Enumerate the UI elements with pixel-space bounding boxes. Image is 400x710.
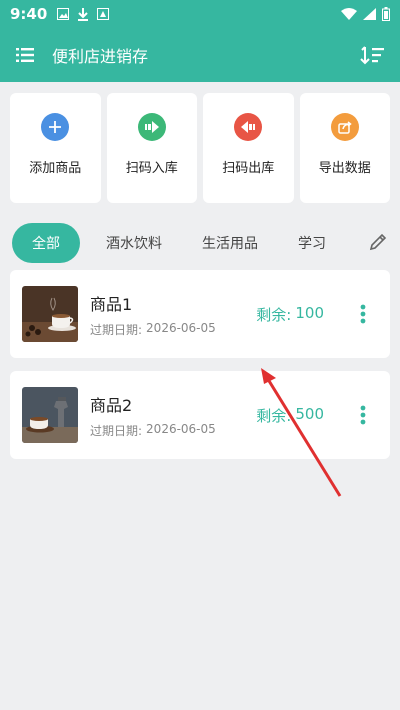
stock-label: 剩余: bbox=[256, 305, 292, 324]
stock-label: 剩余: bbox=[256, 406, 292, 425]
scan-out-button[interactable]: 扫码出库 bbox=[203, 93, 294, 203]
status-bar: 9:40 bbox=[0, 0, 400, 28]
export-icon bbox=[234, 113, 263, 141]
menu-icon[interactable] bbox=[16, 48, 34, 62]
tab-fade bbox=[332, 222, 358, 264]
product-expiry: 过期日期: 2026-06-05 bbox=[90, 422, 216, 439]
category-tabs: 全部 酒水饮料 生活用品 学习 bbox=[0, 222, 400, 264]
more-options-icon[interactable] bbox=[360, 405, 366, 425]
wifi-icon bbox=[341, 8, 357, 20]
tab-all[interactable]: 全部 bbox=[12, 223, 80, 263]
action-grid: 添加商品 扫码入库 扫码出库 导出数据 bbox=[10, 93, 390, 203]
product-name: 商品2 bbox=[90, 395, 133, 415]
product-card[interactable]: 商品1 过期日期: 2026-06-05 剩余: 100 bbox=[10, 270, 390, 358]
signal-icon bbox=[363, 8, 376, 20]
add-product-button[interactable]: 添加商品 bbox=[10, 93, 101, 203]
expiry-label: 过期日期: bbox=[90, 322, 143, 337]
product-image bbox=[22, 387, 78, 443]
battery-icon bbox=[382, 7, 390, 21]
expiry-label: 过期日期: bbox=[90, 423, 143, 438]
share-icon bbox=[330, 113, 359, 141]
export-data-label: 导出数据 bbox=[318, 161, 371, 176]
tab-daily-goods[interactable]: 生活用品 bbox=[202, 233, 258, 253]
stock-value: 100 bbox=[295, 303, 324, 322]
page-title: 便利店进销存 bbox=[52, 47, 149, 66]
status-time: 9:40 bbox=[10, 5, 48, 23]
product-name: 商品1 bbox=[90, 294, 133, 314]
edit-icon[interactable] bbox=[368, 232, 388, 252]
app-bar: 便利店进销存 bbox=[0, 28, 400, 82]
app-notification-icon bbox=[97, 8, 110, 20]
product-stock: 剩余: 100 bbox=[256, 304, 324, 325]
download-notification-icon bbox=[78, 7, 89, 21]
more-options-icon[interactable] bbox=[360, 304, 366, 324]
expiry-date: 2026-06-05 bbox=[146, 320, 216, 335]
image-notification-icon bbox=[57, 8, 70, 20]
scan-out-label: 扫码出库 bbox=[222, 161, 275, 176]
product-expiry: 过期日期: 2026-06-05 bbox=[90, 321, 216, 338]
scan-in-button[interactable]: 扫码入库 bbox=[106, 93, 197, 203]
import-icon bbox=[137, 113, 166, 141]
tab-study[interactable]: 学习 bbox=[298, 233, 326, 253]
add-product-label: 添加商品 bbox=[29, 161, 82, 176]
stock-value: 500 bbox=[295, 404, 324, 423]
scan-in-label: 扫码入库 bbox=[125, 161, 178, 176]
sort-icon[interactable] bbox=[360, 45, 384, 65]
plus-icon bbox=[41, 113, 70, 141]
product-image bbox=[22, 286, 78, 342]
product-card[interactable]: 商品2 过期日期: 2026-06-05 剩余: 500 bbox=[10, 371, 390, 459]
expiry-date: 2026-06-05 bbox=[146, 421, 216, 436]
product-stock: 剩余: 500 bbox=[256, 405, 324, 426]
export-data-button[interactable]: 导出数据 bbox=[299, 93, 390, 203]
tab-drinks[interactable]: 酒水饮料 bbox=[106, 233, 162, 253]
